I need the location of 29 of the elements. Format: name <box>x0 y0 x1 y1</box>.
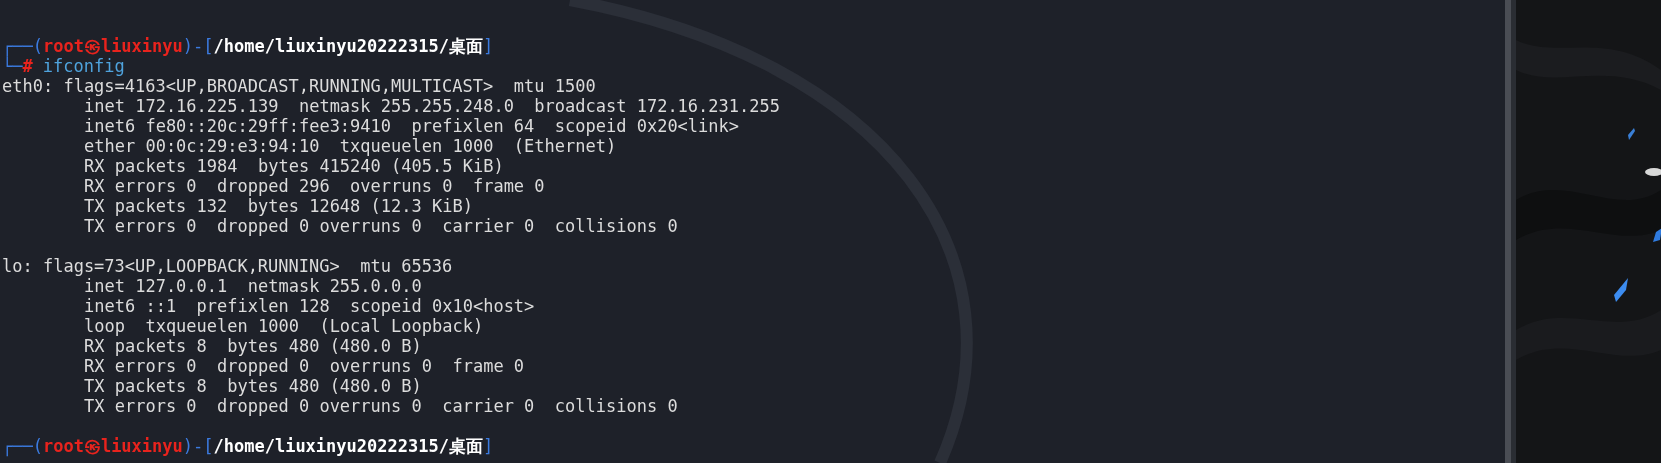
prompt-frame: ] <box>482 436 494 456</box>
prompt-frame: ┌──( <box>2 36 43 56</box>
output-line: RX packets 1984 bytes 415240 (405.5 KiB) <box>84 156 504 176</box>
output-line: TX errors 0 dropped 0 overruns 0 carrier 0 collisions 0 <box>84 216 678 236</box>
prompt-frame: )-[ <box>182 436 214 456</box>
prompt-symbol: # <box>22 56 33 76</box>
output-line: lo: flags=73<UP,LOOPBACK,RUNNING> mtu 65536 <box>2 256 454 276</box>
output-line: TX errors 0 dropped 0 overruns 0 carrier 0 collisions 0 <box>84 396 678 416</box>
output-line: inet6 fe80::20c:29ff:fee3:9410 prefixlen 64 scopeid 0x20<link> <box>84 116 740 136</box>
prompt-frame: └─ <box>2 56 23 76</box>
output-line: TX packets 8 bytes 480 (480.0 B) <box>84 376 422 396</box>
output-line: inet 127.0.0.1 netmask 255.0.0.0 <box>84 276 422 296</box>
prompt-frame: )-[ <box>182 36 214 56</box>
prompt-frame: ] <box>482 36 494 56</box>
output-line: RX packets 8 bytes 480 (480.0 B) <box>84 336 422 356</box>
prompt-path: /home/liuxinyu20222315/桌面 <box>213 436 483 456</box>
output-line: RX errors 0 dropped 296 overruns 0 frame 0 <box>84 176 545 196</box>
output-line: inet 172.16.225.139 netmask 255.255.248.0 broadcast 172.16.231.255 <box>84 96 780 116</box>
prompt-path: /home/liuxinyu20222315/桌面 <box>213 36 483 56</box>
output-line: eth0: flags=4163<UP,BROADCAST,RUNNING,MULTICAST> mtu 1500 <box>2 76 597 96</box>
output-line: loop txqueuelen 1000 (Local Loopback) <box>84 316 484 336</box>
prompt-user: root㉿liuxinyu <box>42 36 183 56</box>
command-text: ifconfig <box>42 56 125 76</box>
output-line: ether 00:0c:29:e3:94:10 txqueuelen 1000 (Ethernet) <box>84 136 617 156</box>
output-line: inet6 ::1 prefixlen 128 scopeid 0x10<host> <box>84 296 535 316</box>
prompt-frame: ┌──( <box>2 436 43 456</box>
prompt-user: root㉿liuxinyu <box>42 436 183 456</box>
output-line: TX packets 132 bytes 12648 (12.3 KiB) <box>84 196 473 216</box>
output-line: RX errors 0 dropped 0 overruns 0 frame 0 <box>84 356 525 376</box>
